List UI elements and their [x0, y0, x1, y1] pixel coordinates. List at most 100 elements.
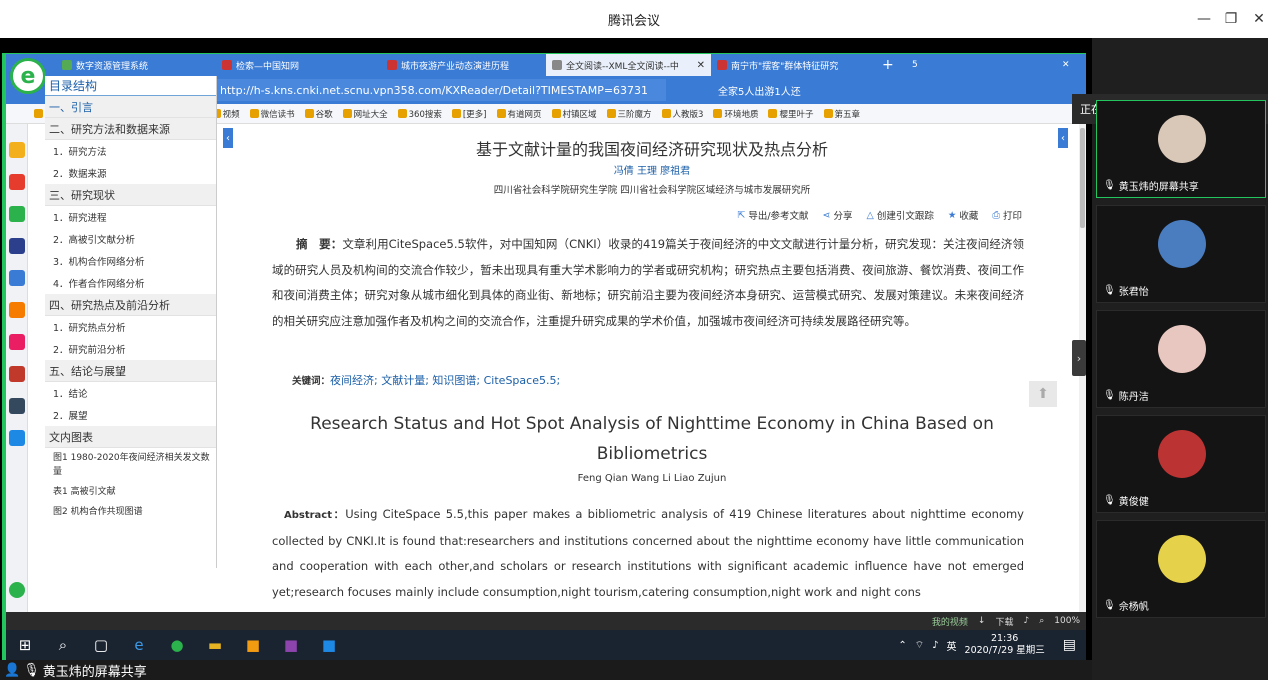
browser-close-icon[interactable]: ✕	[1056, 54, 1086, 76]
right-panel-toggle-icon[interactable]: ‹	[1058, 128, 1068, 148]
app-icon[interactable]: ■	[280, 634, 302, 656]
app-icon[interactable]	[9, 398, 25, 414]
zoom-level[interactable]: 100%	[1054, 616, 1080, 626]
toc-section[interactable]: 二、研究方法和数据来源	[45, 118, 216, 140]
share-button[interactable]: ⋖ 分享	[823, 208, 853, 223]
bookmark-item[interactable]: 有道网页	[496, 108, 542, 120]
toc-section[interactable]: 五、结论与展望	[45, 360, 216, 382]
mail-icon[interactable]	[9, 206, 25, 222]
tab-count[interactable]: 5	[906, 54, 936, 76]
toc-collapse-icon[interactable]: ‹	[223, 128, 233, 148]
toc-item[interactable]: 1．研究热点分析	[45, 316, 216, 338]
tab[interactable]: 数字资源管理系统	[56, 54, 216, 76]
bookmark-item[interactable]: 人教版3	[661, 108, 703, 120]
app-icon[interactable]	[9, 366, 25, 382]
toc-section[interactable]: 一、引言	[45, 96, 216, 118]
new-tab-icon[interactable]: +	[876, 54, 906, 76]
game-icon[interactable]	[9, 302, 25, 318]
360-browser-icon[interactable]: ●	[166, 634, 188, 656]
favorite-button[interactable]: ★ 收藏	[948, 208, 979, 223]
zoom-icon[interactable]: ⌕	[1039, 616, 1044, 626]
shop-icon[interactable]	[9, 334, 25, 350]
affiliation-cn[interactable]: 四川省社会科学院研究生学院 四川省社会科学院区域经济与城市发展研究所	[242, 182, 1062, 196]
participant-label: 🎙 黄俊健	[1103, 493, 1149, 508]
bookmark-item[interactable]: 网址大全	[342, 108, 388, 120]
sound-icon[interactable]: ♪	[1023, 616, 1029, 626]
close-icon[interactable]: ✕	[1243, 0, 1268, 38]
task-view-icon[interactable]: ▢	[90, 634, 112, 656]
search-icon[interactable]: ⌕	[52, 634, 74, 656]
bookmark-item[interactable]: 微信读书	[249, 108, 295, 120]
tab[interactable]: 城市夜游产业动态演进历程	[381, 54, 546, 76]
volume-icon[interactable]: ♪	[932, 640, 938, 651]
toc-item[interactable]: 2．高被引文献分析	[45, 228, 216, 250]
toc-item[interactable]: 1．研究进程	[45, 206, 216, 228]
chevron-up-icon[interactable]: ⌃	[898, 640, 906, 651]
bookmark-item[interactable]: 三阶魔方	[606, 108, 652, 120]
toc-item[interactable]: 2．研究前沿分析	[45, 338, 216, 360]
bookmark-item[interactable]: 谷歌	[304, 108, 333, 120]
toc-section[interactable]: 文内图表	[45, 426, 216, 448]
panel-collapse-icon[interactable]: ›	[1072, 340, 1086, 376]
download-icon[interactable]: ↓	[978, 616, 986, 626]
toc-item[interactable]: 2．数据来源	[45, 162, 216, 184]
track-button[interactable]: △ 创建引文跟踪	[867, 208, 934, 223]
ie-icon[interactable]: e	[128, 634, 150, 656]
toc-item[interactable]: 4．作者合作网络分析	[45, 272, 216, 294]
keywords-value[interactable]: 夜间经济; 文献计量; 知识图谱; CiteSpace5.5;	[330, 374, 560, 387]
favorite-label: 收藏	[959, 211, 979, 222]
download-label[interactable]: 下载	[995, 615, 1013, 628]
toc-item[interactable]: 1．研究方法	[45, 140, 216, 162]
app-icon[interactable]	[9, 238, 25, 254]
weibo-icon[interactable]	[9, 174, 25, 190]
input-language[interactable]: 英	[947, 638, 957, 653]
clock[interactable]: 21:36 2020/7/29 星期三	[965, 633, 1045, 657]
toc-item[interactable]: 图2 机构合作共现图谱	[45, 502, 216, 522]
authors-cn[interactable]: 冯倩 王理 廖祖君	[242, 162, 1062, 177]
news-ticker[interactable]: 全家5人出游1人还	[718, 83, 801, 98]
url-field[interactable]: http://h-s.kns.cnki.net.scnu.vpn358.com/…	[196, 79, 666, 101]
bookmark-item[interactable]: 第五章	[823, 108, 860, 120]
tab-close-icon[interactable]: ✕	[697, 60, 705, 71]
tab[interactable]: 南宁市"摆客"群体特征研究	[711, 54, 876, 76]
bookmark-item[interactable]: 村镇区域	[551, 108, 597, 120]
bookmark-icon	[249, 109, 259, 118]
note-icon[interactable]	[9, 270, 25, 286]
export-button[interactable]: ⇱ 导出/参考文献	[737, 208, 808, 223]
toc-section[interactable]: 三、研究现状	[45, 184, 216, 206]
bookmark-label: 有道网页	[507, 109, 542, 120]
bookmark-item[interactable]: 环境地质	[713, 108, 758, 120]
print-button[interactable]: ⎙ 打印	[992, 208, 1022, 223]
toc-item[interactable]: 3．机构合作网络分析	[45, 250, 216, 272]
star-icon[interactable]	[9, 142, 25, 158]
windows-start-icon[interactable]: ⊞	[14, 634, 36, 656]
toc-item[interactable]: 表1 高被引文献	[45, 482, 216, 502]
browser-logo-icon[interactable]: e	[10, 58, 46, 94]
participant-tile[interactable]: 🎙 黄俊健	[1096, 415, 1266, 513]
tab[interactable]: 检索—中国知网	[216, 54, 381, 76]
toc-item[interactable]: 2．展望	[45, 404, 216, 426]
abstract-label: 摘 要：	[296, 237, 343, 251]
bookmark-item[interactable]: [更多]	[451, 108, 487, 120]
app-icon[interactable]	[9, 430, 25, 446]
tab-active[interactable]: 全文阅读--XML全文阅读--中 ✕	[546, 54, 711, 76]
folder-icon[interactable]: ▬	[204, 634, 226, 656]
bookmark-item[interactable]: 樱里叶子	[768, 108, 814, 120]
plus-icon[interactable]	[9, 582, 25, 598]
toc-section[interactable]: 四、研究热点及前沿分析	[45, 294, 216, 316]
content-scrollbar[interactable]	[1079, 124, 1086, 630]
back-to-top-icon[interactable]: ⬆	[1029, 381, 1057, 407]
toc-item[interactable]: 图1 1980-2020年夜间经济相关发文数量	[45, 448, 216, 482]
participant-tile[interactable]: 🎙 佘杨帆	[1096, 520, 1266, 618]
my-video-label[interactable]: 我的视频	[932, 615, 968, 628]
scroll-thumb[interactable]	[1080, 128, 1085, 228]
toc-item[interactable]: 1．结论	[45, 382, 216, 404]
participant-tile[interactable]: 🎙 张君怡	[1096, 205, 1266, 303]
tencent-meeting-icon[interactable]: ■	[318, 634, 340, 656]
bookmark-item[interactable]: 360搜索	[397, 108, 442, 120]
participant-tile[interactable]: 🎙 黄玉炜的屏幕共享	[1096, 100, 1266, 198]
app-icon[interactable]: ■	[242, 634, 264, 656]
wifi-icon[interactable]: ⌔	[915, 639, 924, 652]
participant-tile[interactable]: 🎙 陈丹洁	[1096, 310, 1266, 408]
notification-icon[interactable]: ▤	[1063, 637, 1076, 653]
